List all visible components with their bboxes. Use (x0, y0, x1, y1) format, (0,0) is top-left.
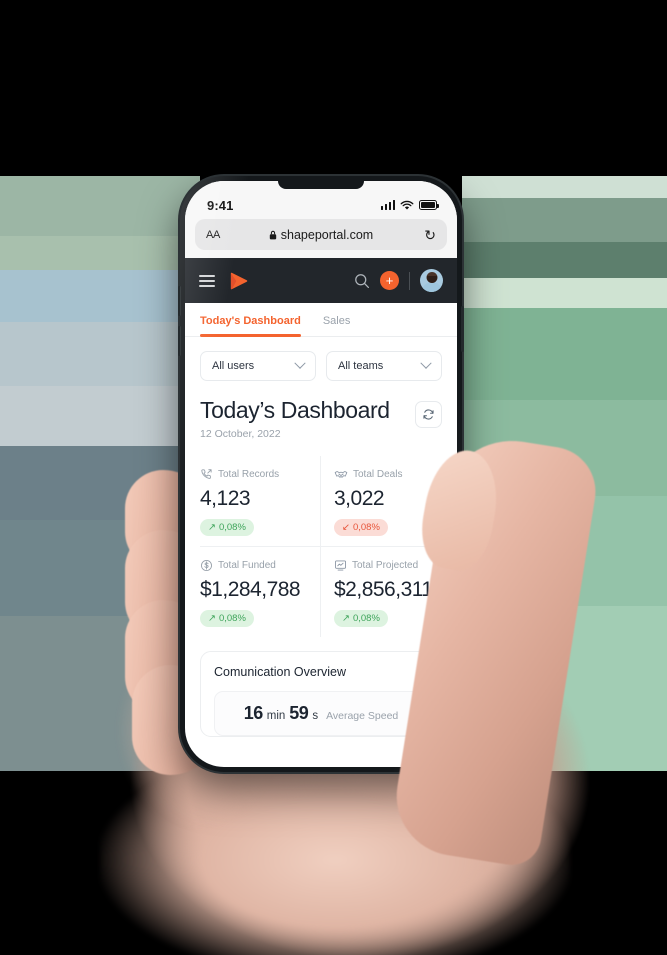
url-text: shapeportal.com (280, 227, 374, 242)
background-band-right (462, 278, 667, 308)
search-icon[interactable] (354, 273, 370, 289)
nav-actions: + (354, 269, 443, 292)
stat-delta: 0,08% (352, 613, 380, 624)
stat-label: Total Projected (352, 560, 419, 571)
trend-arrow-icon: ↗ (208, 613, 216, 624)
background-band-left (0, 236, 200, 270)
speed-seconds: 59 (289, 703, 309, 723)
wifi-icon (400, 200, 414, 210)
status-badge: ↗ 0,08% (200, 519, 254, 536)
refresh-icon (423, 409, 434, 420)
handshake-icon (334, 471, 348, 478)
stat-delta: 0,08% (352, 522, 380, 533)
stat-header: Total Deals (334, 468, 442, 481)
page-title: Today’s Dashboard (200, 397, 390, 423)
background-band-left (0, 176, 200, 236)
background-band-left (0, 322, 200, 386)
hamburger-menu-icon[interactable] (199, 274, 215, 287)
status-badge: ↗ 0,08% (200, 610, 254, 627)
stat-header: Total Funded (200, 559, 310, 572)
notch (278, 181, 364, 189)
status-time: 9:41 (207, 197, 234, 213)
stat-label: Total Deals (353, 469, 403, 480)
communication-overview-title: Comunication Overview (214, 665, 346, 679)
url-display: shapeportal.com (195, 228, 447, 242)
stat-value: 4,123 (200, 487, 251, 510)
speed-minutes-unit: min (266, 710, 286, 722)
background-band-right (462, 308, 667, 400)
trend-arrow-icon: ↗ (208, 522, 216, 533)
add-button[interactable]: + (380, 271, 399, 290)
stat-card-total-funded[interactable]: Total Funded $1,284,788 ↗ 0,08% (200, 547, 321, 637)
filter-all-users[interactable]: All users (200, 351, 316, 381)
background-band-right (462, 176, 667, 198)
volume-down-button[interactable] (178, 326, 181, 356)
stat-label: Total Funded (218, 560, 276, 571)
stat-delta: 0,08% (218, 613, 246, 624)
refresh-button[interactable] (415, 401, 442, 428)
stat-header: Total Records (200, 468, 310, 481)
status-indicators (380, 200, 439, 211)
background-band-right (462, 242, 667, 278)
chevron-down-icon (294, 357, 306, 369)
presentation-chart-icon (335, 560, 346, 571)
avatar[interactable] (420, 269, 443, 292)
address-bar[interactable]: AA shapeportal.com ↻ (195, 219, 447, 250)
background-band-left (0, 386, 200, 446)
nav-divider (409, 271, 410, 290)
volume-up-button[interactable] (178, 286, 181, 316)
filter-all-teams-value: All teams (338, 360, 384, 372)
trend-arrow-icon: ↙ (342, 522, 350, 533)
page-title-block: Today’s Dashboard 12 October, 2022 (200, 397, 390, 440)
background-band-left (0, 270, 200, 322)
status-badge: ↗ 0,08% (334, 610, 388, 627)
speed-seconds-unit: s (312, 710, 319, 722)
communication-overview-card: Comunication Overview 16 min 59 s Averag… (200, 651, 442, 737)
dashboard-tabs: Today's Dashboard Sales (185, 303, 457, 337)
stat-card-total-records[interactable]: Total Records 4,123 ↗ 0,08% (200, 456, 321, 547)
avatar-body (421, 282, 442, 292)
lock-icon (269, 230, 276, 239)
speed-minutes: 16 (243, 703, 264, 723)
background-band-right (462, 198, 667, 242)
stats-grid: Total Records 4,123 ↗ 0,08% Total Deals … (185, 456, 457, 637)
tab-sales[interactable]: Sales (323, 315, 351, 336)
filter-all-users-value: All users (212, 360, 255, 372)
stat-delta: 0,08% (218, 522, 246, 533)
average-speed-stat: 16 min 59 s Average Speed (214, 691, 428, 736)
play-triangle-logo-icon[interactable] (229, 272, 249, 290)
dollar-circle-icon (201, 560, 212, 571)
stat-value: $1,284,788 (200, 578, 301, 601)
chevron-down-icon (420, 357, 432, 369)
filter-row: All users All teams (185, 337, 457, 395)
power-button[interactable] (461, 306, 464, 352)
cellular-bars-icon (380, 200, 395, 210)
phone-outgoing-call-icon (201, 469, 212, 479)
app-top-nav: + (185, 258, 457, 303)
safari-toolbar: AA shapeportal.com ↻ (185, 219, 457, 258)
trend-arrow-icon: ↗ (342, 613, 350, 624)
filter-all-teams[interactable]: All teams (326, 351, 442, 381)
stat-label: Total Records (218, 469, 280, 480)
tab-todays-dashboard[interactable]: Today's Dashboard (200, 315, 301, 337)
battery-icon (419, 200, 439, 210)
stat-value: $2,856,311 (334, 578, 433, 601)
page-date: 12 October, 2022 (200, 428, 281, 440)
stat-header: Total Projected (334, 559, 442, 572)
page-header: Today’s Dashboard 12 October, 2022 (185, 395, 457, 440)
speed-label: Average Speed (326, 710, 399, 722)
status-badge: ↙ 0,08% (334, 519, 388, 536)
